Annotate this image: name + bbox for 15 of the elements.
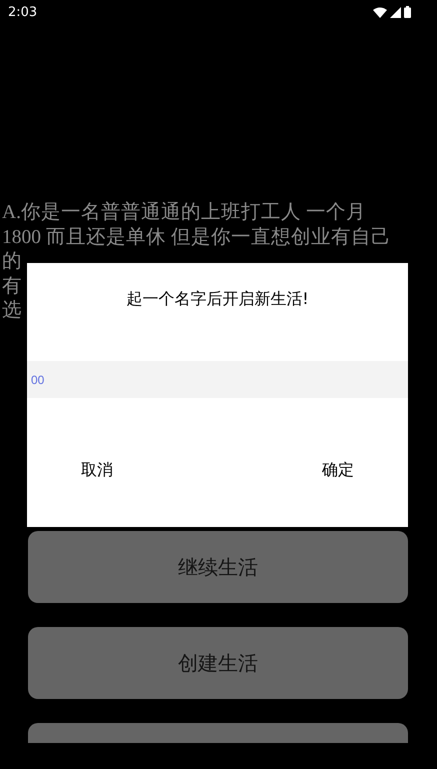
battery-icon	[404, 6, 411, 18]
status-time: 2:03	[8, 4, 38, 20]
cancel-button[interactable]: 取消	[81, 460, 113, 481]
story-text: 的	[2, 250, 23, 274]
story-text: 1800 而且还是单休 但是你一直想创业有自己	[2, 226, 392, 250]
menu-button[interactable]: 继续生活	[28, 531, 408, 603]
story-text: 选	[2, 300, 22, 321]
name-input-field[interactable]: 00	[27, 361, 408, 398]
dialog-title: 起一个名字后开启新生活!	[125, 289, 310, 310]
story-text: A.你是一名普普通通的上班打工人 一个月	[2, 201, 367, 225]
confirm-button[interactable]: 确定	[322, 460, 354, 481]
signal-icon	[390, 6, 401, 18]
story-text: 有	[2, 276, 22, 296]
menu-button[interactable]: 创建生活	[28, 627, 408, 699]
wifi-icon	[373, 6, 387, 18]
